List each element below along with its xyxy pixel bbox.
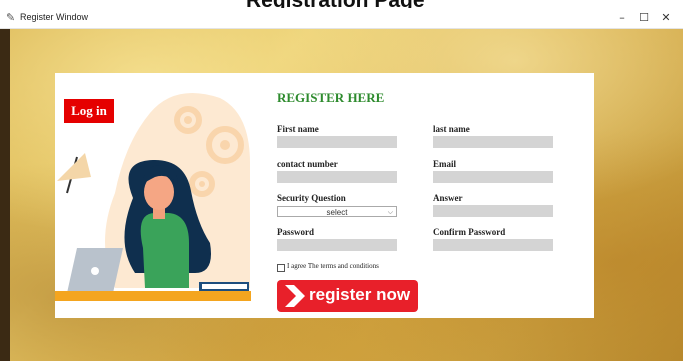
password-field[interactable] [277,239,397,251]
feather-icon: ✎ [6,11,16,24]
maximize-button[interactable]: ☐ [633,10,655,26]
security-question-select[interactable]: select ⌵ [277,206,397,217]
desktop-edge [0,28,10,361]
window-titlebar: ✎ Register Window – ☐ ✕ [0,8,683,29]
email-label: Email [433,159,457,169]
security-question-label: Security Question [277,193,346,203]
answer-label: Answer [433,193,463,203]
security-question-selected: select [326,208,348,217]
chevron-down-icon: ⌵ [387,209,393,216]
login-button[interactable]: Log in [64,99,114,123]
last-name-field[interactable] [433,136,553,148]
register-card: Log in REGISTER HERE First name last nam… [55,73,594,318]
terms-label: I agree The terms and conditions [287,262,379,270]
contact-number-field[interactable] [277,171,397,183]
register-now-button[interactable]: register now [277,280,418,312]
window-title: Register Window [20,12,89,22]
confirm-password-field[interactable] [433,239,553,251]
first-name-field[interactable] [277,136,397,148]
terms-checkbox[interactable] [277,264,285,272]
minimize-button[interactable]: – [611,10,633,26]
email-field[interactable] [433,171,553,183]
contact-number-label: contact number [277,159,338,169]
chevron-right-icon [285,285,305,307]
first-name-label: First name [277,124,319,134]
close-button[interactable]: ✕ [655,10,677,26]
register-now-label: register now [309,285,411,304]
answer-field[interactable] [433,205,553,217]
last-name-label: last name [433,124,470,134]
password-label: Password [277,227,315,237]
register-heading: REGISTER HERE [277,90,385,105]
confirm-password-label: Confirm Password [433,227,506,237]
